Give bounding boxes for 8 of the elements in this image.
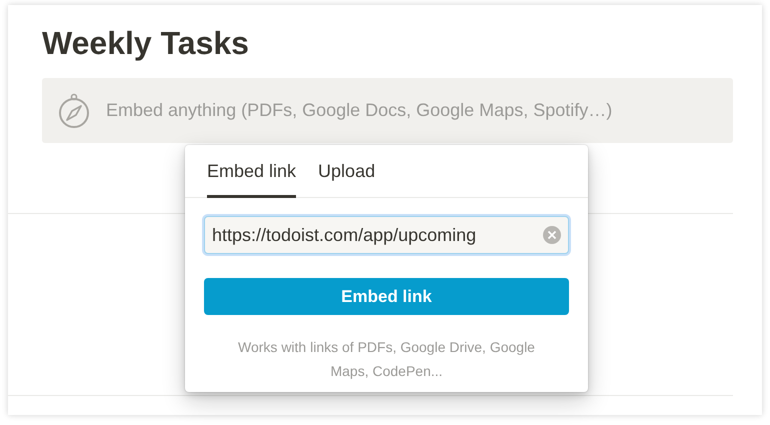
page-title: Weekly Tasks: [42, 25, 250, 63]
tab[interactable]: Embed link: [207, 145, 296, 198]
link-field[interactable]: https://todoist.com/app/upcoming: [204, 216, 569, 254]
embed-placeholder: Embed anything (PDFs, Google Docs, Google Maps, Spotify…): [106, 99, 612, 122]
tab[interactable]: Upload: [318, 145, 376, 198]
compass-icon: [58, 92, 90, 128]
clear-icon[interactable]: [543, 226, 561, 244]
hint-text: Works with links of PDFs, Google Drive, Google Maps, CodePen...: [237, 338, 536, 381]
